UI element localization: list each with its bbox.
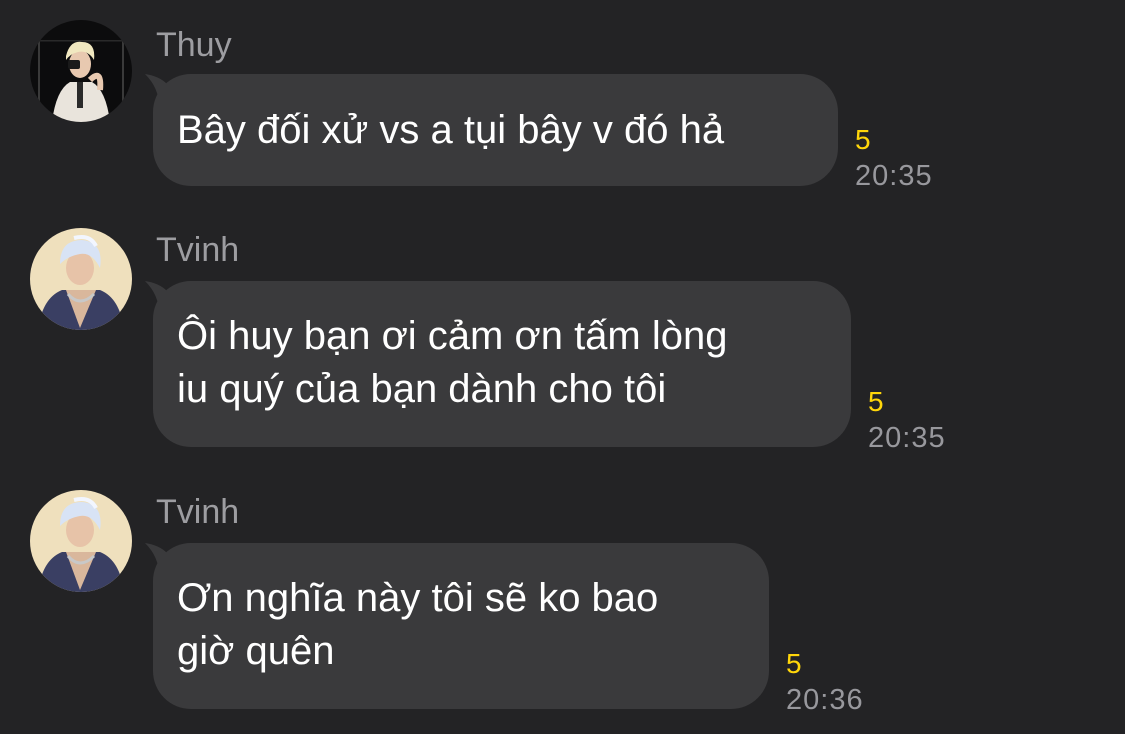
message-time: 20:36 — [786, 684, 864, 716]
sender-name[interactable]: Tvinh — [156, 495, 239, 529]
bubble-tail-icon — [145, 543, 181, 575]
avatar-photo-icon — [30, 490, 132, 592]
seen-count: 5 — [786, 648, 802, 679]
message-row: Tvinh Ơn nghĩa này tôi sẽ ko bao giờ quê… — [0, 0, 1125, 734]
message-bubble[interactable]: Ơn nghĩa này tôi sẽ ko bao giờ quên — [145, 543, 769, 709]
message-text: Ơn nghĩa này tôi sẽ ko bao giờ quên — [177, 576, 659, 673]
avatar[interactable] — [30, 490, 132, 592]
